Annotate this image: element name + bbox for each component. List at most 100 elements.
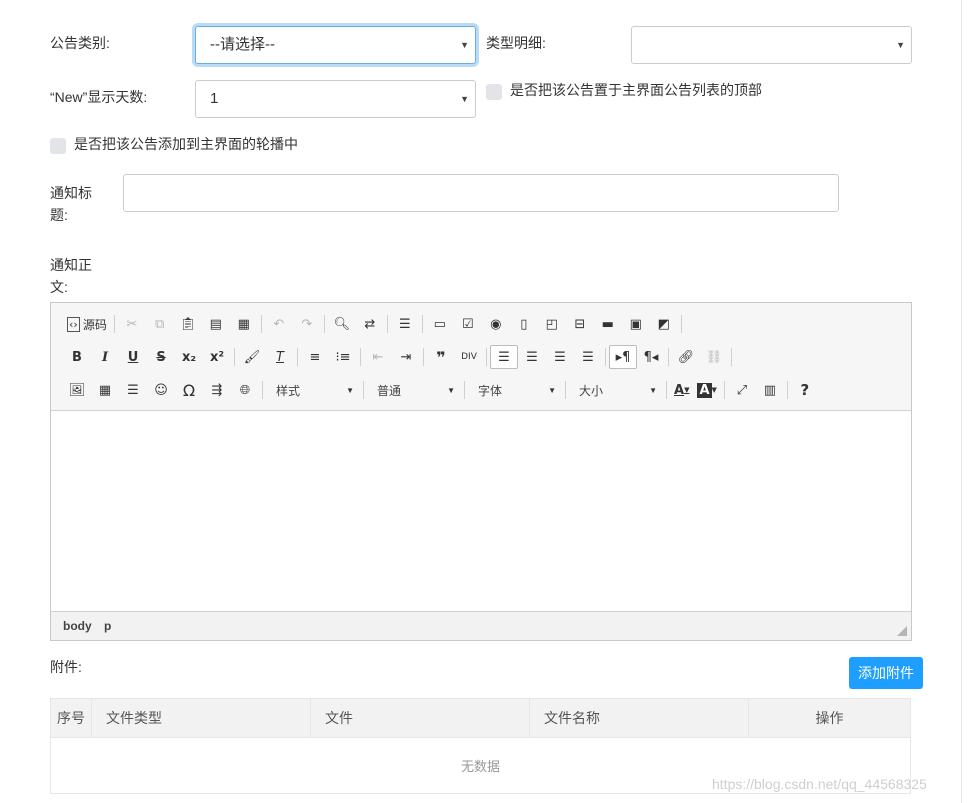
chevron-down-icon: ▼ xyxy=(460,40,469,50)
help-icon[interactable]: ? xyxy=(791,378,819,402)
chevron-down-icon: ▼ xyxy=(548,385,556,395)
font-combo-label: 字体 xyxy=(478,383,503,398)
numbered-list-icon[interactable]: ≡ xyxy=(301,345,329,369)
blockquote-icon[interactable]: ❞ xyxy=(427,345,455,369)
replace-icon[interactable]: ⇄ xyxy=(356,312,384,336)
pin-top-checkbox[interactable] xyxy=(486,84,502,100)
toolbar-separator xyxy=(113,315,115,333)
outdent-icon[interactable]: ⇤ xyxy=(364,345,392,369)
background-color-icon[interactable]: A ▼ xyxy=(693,378,720,402)
font-size-combo[interactable]: 大小 ▼ xyxy=(569,379,663,401)
div-container-icon[interactable]: DIV xyxy=(455,345,483,369)
paste-word-icon[interactable]: ▦ xyxy=(230,312,258,336)
textarea-icon[interactable]: ◰ xyxy=(538,312,566,336)
ltr-icon[interactable]: ▸¶ xyxy=(609,345,637,369)
toolbar-separator xyxy=(786,381,788,399)
title-label-line2: 题: xyxy=(50,207,68,223)
toolbar-row-3: 🖼︎ ▦ ☰ ☺ Ω ⇶ 🌐︎ 样式 ▼ 普通 ▼ 字体 ▼ 大小 ▼ A ▼ … xyxy=(63,377,819,403)
font-combo[interactable]: 字体 ▼ xyxy=(468,379,562,401)
title-input[interactable] xyxy=(123,174,839,212)
page-break-icon[interactable]: ⇶ xyxy=(203,378,231,402)
align-right-icon[interactable]: ☰ xyxy=(546,345,574,369)
toolbar-separator xyxy=(323,315,325,333)
special-char-icon[interactable]: Ω xyxy=(175,378,203,402)
iframe-icon[interactable]: 🌐︎ xyxy=(231,378,259,402)
checkbox-icon[interactable]: ☑ xyxy=(454,312,482,336)
bold-icon[interactable]: B xyxy=(63,345,91,369)
chevron-down-icon: ▼ xyxy=(346,385,354,395)
rtl-icon[interactable]: ¶◂ xyxy=(637,345,665,369)
category-select[interactable]: --请选择-- ▼ xyxy=(195,26,476,64)
hidden-field-icon[interactable]: ◩ xyxy=(650,312,678,336)
toolbar-separator xyxy=(666,381,667,399)
bulleted-list-icon[interactable]: ⁝≡ xyxy=(329,345,357,369)
text-color-icon[interactable]: A ▼ xyxy=(670,378,693,402)
format-combo-label: 普通 xyxy=(377,383,402,398)
toolbar-separator xyxy=(731,348,732,366)
unlink-icon[interactable]: ⛓ xyxy=(700,345,728,369)
textfield-icon[interactable]: ▯ xyxy=(510,312,538,336)
table-icon[interactable]: ▦ xyxy=(91,378,119,402)
toolbar-separator xyxy=(565,381,566,399)
new-days-label: “New”显示天数: xyxy=(50,89,148,105)
copy-format-icon[interactable]: 🖌︎ xyxy=(238,345,266,369)
toolbar-separator xyxy=(486,348,487,366)
font-size-combo-label: 大小 xyxy=(579,383,604,398)
italic-icon[interactable]: I xyxy=(91,345,119,369)
paste-icon[interactable]: 📋︎ xyxy=(174,312,202,336)
cut-icon[interactable]: ✂ xyxy=(118,312,146,336)
body-label: 通知正 文: xyxy=(50,254,92,298)
radio-icon[interactable]: ◉ xyxy=(482,312,510,336)
link-icon[interactable]: 🔗︎ xyxy=(672,345,700,369)
carousel-checkbox[interactable] xyxy=(50,138,66,154)
path-item-p[interactable]: p xyxy=(104,619,111,633)
align-justify-icon[interactable]: ☰ xyxy=(574,345,602,369)
image-icon[interactable]: 🖼︎ xyxy=(63,378,91,402)
copy-icon[interactable]: ⧉ xyxy=(146,312,174,336)
image-button-icon[interactable]: ▣ xyxy=(622,312,650,336)
horizontal-rule-icon[interactable]: ☰ xyxy=(119,378,147,402)
underline-icon[interactable]: U xyxy=(119,345,147,369)
align-center-icon[interactable]: ☰ xyxy=(518,345,546,369)
form-icon[interactable]: ▭ xyxy=(426,312,454,336)
chevron-down-icon: ▼ xyxy=(447,385,455,395)
remove-format-icon[interactable]: T xyxy=(266,345,294,369)
redo-icon[interactable]: ↷ xyxy=(293,312,321,336)
path-item-body[interactable]: body xyxy=(63,619,92,633)
toolbar-separator xyxy=(605,348,606,366)
resize-handle-icon[interactable] xyxy=(897,626,907,636)
new-days-select[interactable]: 1 ▼ xyxy=(195,80,476,118)
select-all-icon[interactable]: ☰ xyxy=(391,312,419,336)
maximize-icon[interactable]: ⤢ xyxy=(728,378,756,402)
button-field-icon[interactable]: ▬ xyxy=(594,312,622,336)
source-button[interactable]: ‹› 源码 xyxy=(63,312,111,336)
subscript-icon[interactable]: x₂ xyxy=(175,345,203,369)
source-label: 源码 xyxy=(82,317,107,332)
editor-toolbar: ‹› 源码 ✂ ⧉ 📋︎ ▤ ▦ ↶ ↷ 🔍︎ ⇄ ☰ ▭ ☑ ◉ ▯ ◰ ⊟ … xyxy=(51,303,911,411)
editor-content-area[interactable] xyxy=(51,411,911,611)
smiley-icon[interactable]: ☺ xyxy=(147,378,175,402)
toolbar-separator xyxy=(386,315,388,333)
format-combo[interactable]: 普通 ▼ xyxy=(367,379,461,401)
styles-combo[interactable]: 样式 ▼ xyxy=(266,379,360,401)
undo-icon[interactable]: ↶ xyxy=(265,312,293,336)
category-select-value: --请选择-- xyxy=(210,36,275,53)
strikethrough-icon[interactable]: S xyxy=(147,345,175,369)
toolbar-separator xyxy=(234,348,235,366)
body-label-line1: 通知正 xyxy=(50,257,92,273)
select-field-icon[interactable]: ⊟ xyxy=(566,312,594,336)
add-attachment-button[interactable]: 添加附件 xyxy=(849,657,923,689)
find-icon[interactable]: 🔍︎ xyxy=(328,312,356,336)
attachments-label: 附件: xyxy=(50,659,82,675)
indent-icon[interactable]: ⇥ xyxy=(392,345,420,369)
align-left-icon[interactable]: ☰ xyxy=(490,345,518,369)
styles-combo-label: 样式 xyxy=(276,383,301,398)
toolbar-row-1: ‹› 源码 ✂ ⧉ 📋︎ ▤ ▦ ↶ ↷ 🔍︎ ⇄ ☰ ▭ ☑ ◉ ▯ ◰ ⊟ … xyxy=(63,311,685,337)
paste-text-icon[interactable]: ▤ xyxy=(202,312,230,336)
watermark-text: https://blog.csdn.net/qq_44568325 xyxy=(712,776,927,792)
superscript-icon[interactable]: x² xyxy=(203,345,231,369)
toolbar-separator xyxy=(421,315,423,333)
toolbar-separator xyxy=(363,381,364,399)
type-detail-select[interactable]: ▼ xyxy=(631,26,912,64)
show-blocks-icon[interactable]: ▥ xyxy=(756,378,784,402)
